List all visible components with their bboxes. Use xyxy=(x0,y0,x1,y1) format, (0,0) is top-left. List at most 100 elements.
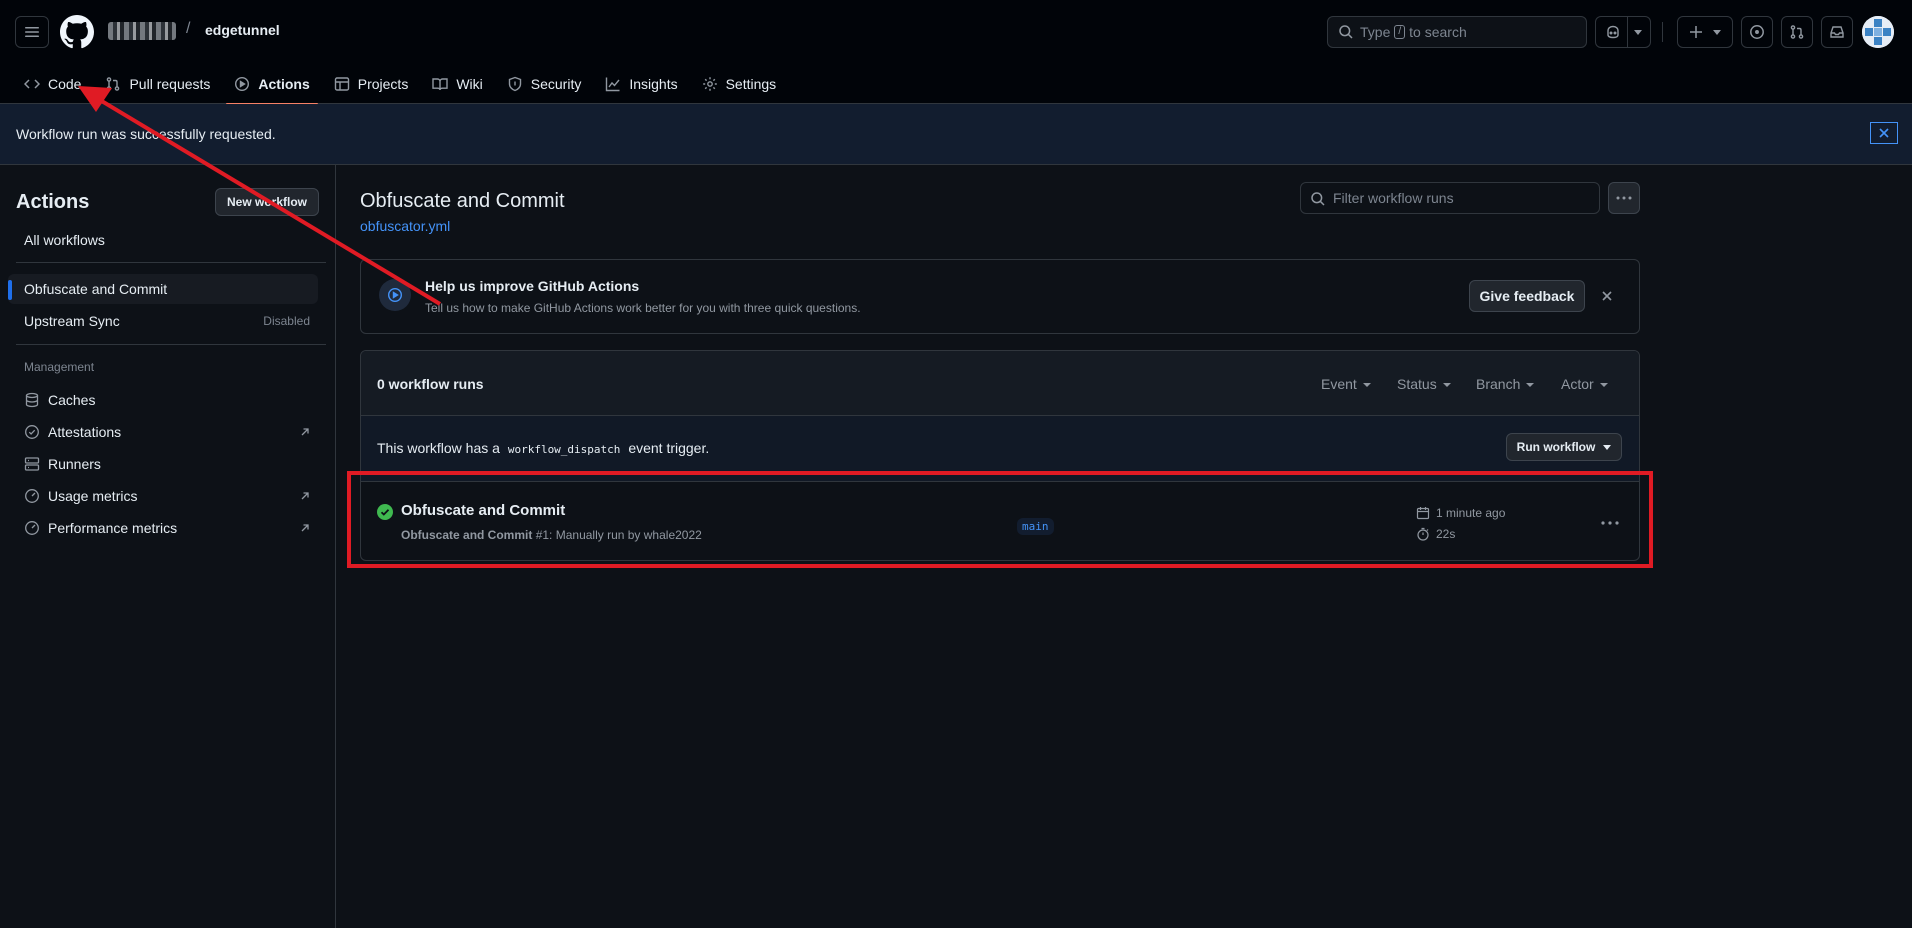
sidebar-item-performance-metrics[interactable]: Performance metrics xyxy=(8,513,318,543)
search-suffix: to search xyxy=(1409,24,1467,40)
branch-label[interactable]: main xyxy=(1017,518,1054,535)
meter-icon xyxy=(25,521,39,535)
sidebar-title: Actions xyxy=(16,191,90,213)
sidebar-item-attestations[interactable]: Attestations xyxy=(8,417,318,447)
code-icon xyxy=(24,79,40,89)
run-time-label: 1 minute ago xyxy=(1436,506,1506,520)
hamburger-icon xyxy=(25,27,39,37)
tab-wiki[interactable]: Wiki xyxy=(424,64,490,104)
gear-icon xyxy=(702,77,717,91)
pull-requests-button[interactable] xyxy=(1781,16,1813,48)
filter-runs-input[interactable]: Filter workflow runs xyxy=(1300,182,1600,214)
feedback-subtitle: Tell us how to make GitHub Actions work … xyxy=(425,301,861,315)
sidebar-item-obfuscate-and-commit[interactable]: Obfuscate and Commit xyxy=(8,274,318,304)
book-icon xyxy=(432,78,449,91)
owner-name-redacted[interactable] xyxy=(108,22,176,40)
shield-icon xyxy=(508,76,521,92)
app-header: / edgetunnel Type / to search Code Pull … xyxy=(0,0,1912,105)
tab-label: Settings xyxy=(725,76,777,92)
workflow-title: Obfuscate and Commit xyxy=(360,190,565,212)
kebab-horizontal-icon xyxy=(1601,521,1619,525)
external-link-icon xyxy=(301,524,309,532)
feedback-title: Help us improve GitHub Actions xyxy=(425,278,640,294)
workflow-run-row[interactable]: Obfuscate and Commit Obfuscate and Commi… xyxy=(361,482,1639,560)
tab-label: Security xyxy=(530,76,582,92)
flash-banner: Workflow run was successfully requested. xyxy=(0,104,1912,165)
tab-projects[interactable]: Projects xyxy=(326,64,417,104)
sidebar-item-upstream-sync[interactable]: Upstream Sync Disabled xyxy=(8,306,318,336)
dispatch-text: This workflow has a workflow_dispatch ev… xyxy=(377,440,709,456)
actor-filter-dropdown[interactable]: Actor xyxy=(1561,376,1608,392)
run-duration: 22s xyxy=(1416,527,1455,541)
create-new-button[interactable] xyxy=(1677,16,1733,48)
caret-down-icon xyxy=(1526,383,1535,388)
repo-name-link[interactable]: edgetunnel xyxy=(205,22,280,38)
play-icon xyxy=(235,76,250,92)
tab-settings[interactable]: Settings xyxy=(694,64,785,104)
disabled-label: Disabled xyxy=(263,314,310,328)
run-duration-label: 22s xyxy=(1436,527,1456,541)
external-link-icon xyxy=(301,428,309,436)
sidebar-item-usage-metrics[interactable]: Usage metrics xyxy=(8,481,318,511)
branch-filter-dropdown[interactable]: Branch xyxy=(1476,376,1535,392)
sidebar-item-all-workflows[interactable]: All workflows xyxy=(8,225,318,255)
breadcrumb-separator: / xyxy=(186,20,191,37)
workflow-runs-panel: 0 workflow runs Event Status Branch Acto… xyxy=(360,350,1640,561)
give-feedback-button[interactable]: Give feedback xyxy=(1469,280,1585,312)
filter-label: Event xyxy=(1321,376,1357,392)
server-icon xyxy=(24,457,40,471)
sidebar-item-caches[interactable]: Caches xyxy=(8,385,318,415)
tab-security[interactable]: Security xyxy=(499,64,590,104)
dispatch-suffix: event trigger. xyxy=(628,440,710,456)
run-menu-button[interactable] xyxy=(1601,512,1619,528)
pull-request-icon xyxy=(1790,25,1804,39)
feedback-close-button[interactable] xyxy=(1601,289,1613,305)
tab-label: Insights xyxy=(629,76,678,92)
search-input[interactable]: Type / to search xyxy=(1327,16,1587,48)
sidebar-item-runners[interactable]: Runners xyxy=(8,449,318,479)
status-filter-dropdown[interactable]: Status xyxy=(1397,376,1451,392)
copilot-button[interactable] xyxy=(1595,16,1651,48)
sidebar-item-label: Upstream Sync xyxy=(24,313,120,329)
tab-pull-requests[interactable]: Pull requests xyxy=(97,64,218,104)
run-workflow-button[interactable]: Run workflow xyxy=(1506,433,1622,461)
check-circle-icon xyxy=(377,504,393,520)
tab-label: Code xyxy=(48,76,82,92)
close-icon xyxy=(1879,128,1889,138)
tab-actions[interactable]: Actions xyxy=(226,64,319,105)
workflow-menu-button[interactable] xyxy=(1608,182,1640,214)
dispatch-prefix: This workflow has a xyxy=(377,440,500,456)
run-workflow-name: Obfuscate and Commit xyxy=(401,528,533,542)
sidebar-item-label: Caches xyxy=(48,392,96,408)
user-avatar[interactable] xyxy=(1862,16,1894,48)
stopwatch-icon xyxy=(1417,527,1429,541)
github-logo-icon[interactable] xyxy=(60,15,94,49)
tab-insights[interactable]: Insights xyxy=(597,64,685,104)
issues-button[interactable] xyxy=(1741,16,1773,48)
flash-message: Workflow run was successfully requested. xyxy=(16,126,276,142)
actions-play-icon xyxy=(379,279,411,311)
sidebar-item-label: Performance metrics xyxy=(48,520,178,536)
event-filter-dropdown[interactable]: Event xyxy=(1321,376,1371,392)
runs-count: 0 workflow runs xyxy=(377,376,484,392)
inbox-icon xyxy=(1830,26,1844,38)
run-title-link[interactable]: Obfuscate and Commit xyxy=(401,502,565,519)
inbox-button[interactable] xyxy=(1821,16,1853,48)
new-workflow-button[interactable]: New workflow xyxy=(215,188,319,216)
flash-close-button[interactable] xyxy=(1870,122,1898,144)
chevron-down-icon xyxy=(1713,29,1721,35)
menu-button[interactable] xyxy=(15,16,49,48)
sidebar-item-label: Attestations xyxy=(48,424,122,440)
database-icon xyxy=(25,392,39,408)
run-workflow-label: Run workflow xyxy=(1516,440,1596,454)
management-heading: Management xyxy=(24,360,95,374)
search-icon xyxy=(1311,192,1325,206)
plus-icon xyxy=(1690,26,1702,38)
tab-code[interactable]: Code xyxy=(16,64,89,104)
runs-header: 0 workflow runs Event Status Branch Acto… xyxy=(361,351,1639,416)
sidebar-item-label: Runners xyxy=(48,456,101,472)
caret-down-icon xyxy=(1599,383,1608,388)
run-subtitle: Obfuscate and Commit #1: Manually run by… xyxy=(401,528,702,542)
tab-label: Wiki xyxy=(456,76,483,92)
workflow-file-link[interactable]: obfuscator.yml xyxy=(360,218,450,234)
